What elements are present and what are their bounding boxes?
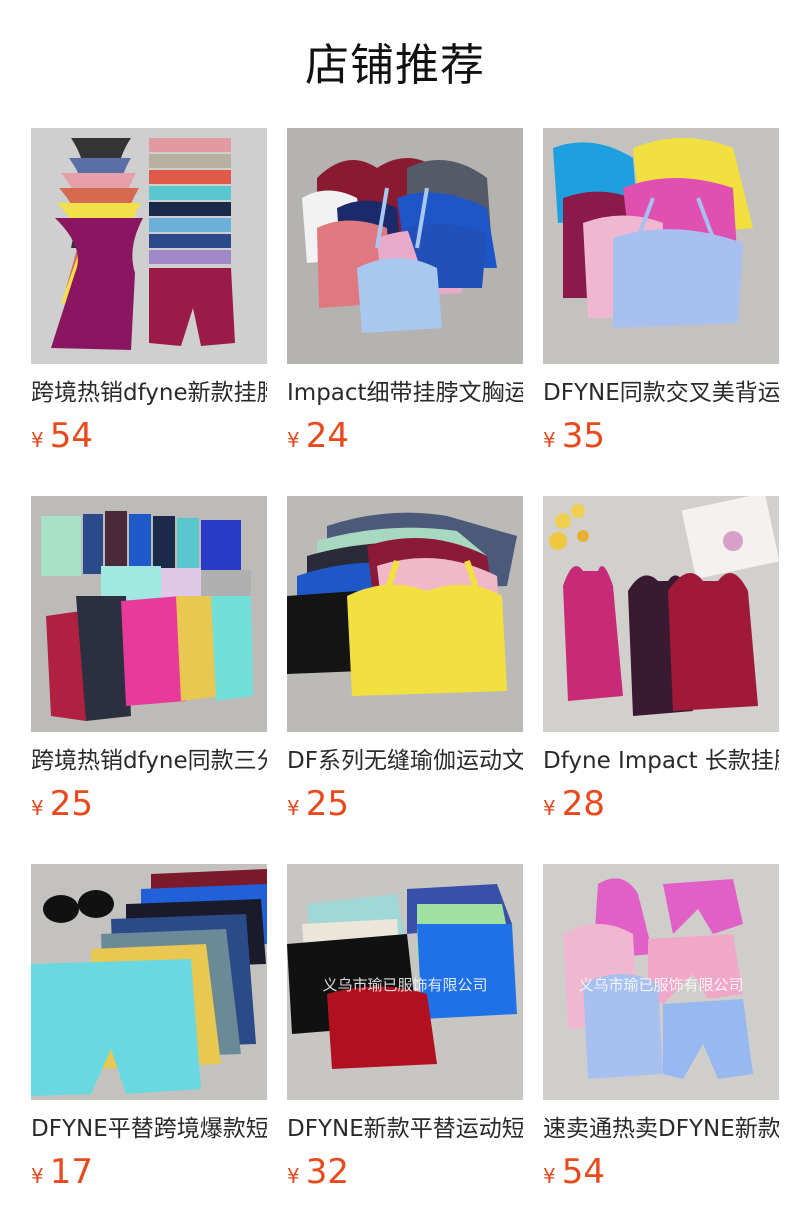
product-price: ¥17 <box>31 1150 93 1194</box>
product-image[interactable] <box>31 496 267 732</box>
watermark-text: 义乌市瑜已服饰有限公司 <box>322 976 487 994</box>
product-price: ¥35 <box>543 414 605 458</box>
product-card[interactable]: DFYNE同款交叉美背运动文胸 ¥35 <box>543 128 779 464</box>
currency-symbol: ¥ <box>31 428 44 452</box>
product-price: ¥54 <box>31 414 93 458</box>
watermark-text: 义乌市瑜已服饰有限公司 <box>578 976 743 994</box>
price-value: 24 <box>305 416 349 456</box>
product-card[interactable]: DFYNE平替跨境爆款短裤 ¥17 <box>31 864 267 1200</box>
currency-symbol: ¥ <box>31 1164 44 1188</box>
product-name[interactable]: DFYNE同款交叉美背运动文胸 <box>543 378 779 410</box>
product-card[interactable]: 跨境热销dfyne同款三分短裤 ¥25 <box>31 496 267 832</box>
product-image[interactable] <box>287 496 523 732</box>
currency-symbol: ¥ <box>287 796 300 820</box>
price-value: 25 <box>49 784 93 824</box>
product-image[interactable]: 义乌市瑜已服饰有限公司 <box>543 864 779 1100</box>
product-card[interactable]: 义乌市瑜已服饰有限公司 DFYNE新款平替运动短袖 ¥32 <box>287 864 523 1200</box>
price-value: 35 <box>561 416 605 456</box>
product-image[interactable] <box>543 496 779 732</box>
product-price: ¥54 <box>543 1150 605 1194</box>
product-name[interactable]: 速卖通热卖DFYNE新款套装 <box>543 1114 779 1146</box>
currency-symbol: ¥ <box>287 1164 300 1188</box>
product-price: ¥32 <box>287 1150 349 1194</box>
product-image[interactable] <box>31 864 267 1100</box>
price-value: 32 <box>305 1152 349 1192</box>
product-name[interactable]: 跨境热销dfyne新款挂脖运动背心 <box>31 378 267 410</box>
product-name[interactable]: Impact细带挂脖文胸运动内衣 <box>287 378 523 410</box>
product-image[interactable] <box>543 128 779 364</box>
product-card[interactable]: 义乌市瑜已服饰有限公司 速卖通热卖DFYNE新款套装 ¥54 <box>543 864 779 1200</box>
product-price: ¥24 <box>287 414 349 458</box>
currency-symbol: ¥ <box>543 796 556 820</box>
product-image[interactable] <box>31 128 267 364</box>
product-image[interactable] <box>287 128 523 364</box>
price-value: 54 <box>49 416 93 456</box>
price-value: 25 <box>305 784 349 824</box>
product-name[interactable]: 跨境热销dfyne同款三分短裤 <box>31 746 267 778</box>
product-price: ¥25 <box>31 782 93 826</box>
product-name[interactable]: DFYNE新款平替运动短袖 <box>287 1114 523 1146</box>
price-value: 17 <box>49 1152 93 1192</box>
product-card[interactable]: Dfyne Impact 长款挂脖背心 ¥28 <box>543 496 779 832</box>
product-name[interactable]: Dfyne Impact 长款挂脖背心 <box>543 746 779 778</box>
page-title: 店铺推荐 <box>305 40 485 91</box>
currency-symbol: ¥ <box>543 428 556 452</box>
currency-symbol: ¥ <box>287 428 300 452</box>
currency-symbol: ¥ <box>543 1164 556 1188</box>
currency-symbol: ¥ <box>31 796 44 820</box>
price-value: 54 <box>561 1152 605 1192</box>
product-price: ¥25 <box>287 782 349 826</box>
product-name[interactable]: DFYNE平替跨境爆款短裤 <box>31 1114 267 1146</box>
product-name[interactable]: DF系列无缝瑜伽运动文胸 <box>287 746 523 778</box>
product-card[interactable]: 跨境热销dfyne新款挂脖运动背心 ¥54 <box>31 128 267 464</box>
product-image[interactable]: 义乌市瑜已服饰有限公司 <box>287 864 523 1100</box>
product-card[interactable]: Impact细带挂脖文胸运动内衣 ¥24 <box>287 128 523 464</box>
product-card[interactable]: DF系列无缝瑜伽运动文胸 ¥25 <box>287 496 523 832</box>
product-price: ¥28 <box>543 782 605 826</box>
price-value: 28 <box>561 784 605 824</box>
